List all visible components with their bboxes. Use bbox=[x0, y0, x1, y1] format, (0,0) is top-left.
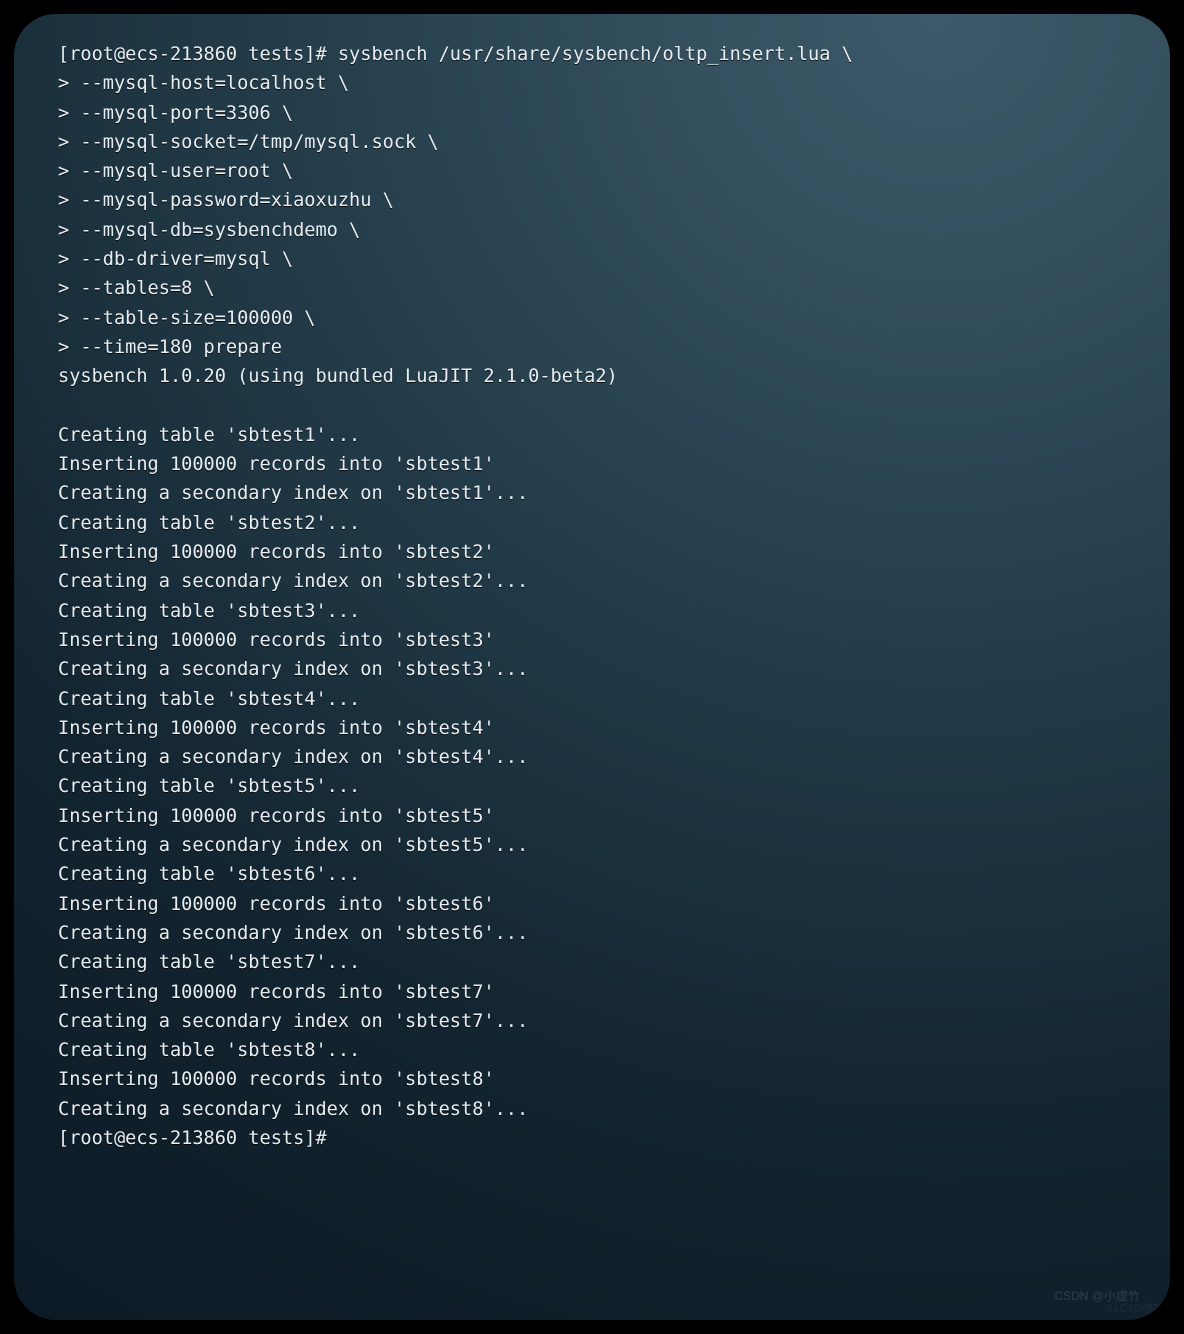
terminal-line: sysbench 1.0.20 (using bundled LuaJIT 2.… bbox=[58, 362, 1126, 391]
terminal-line: > --tables=8 \ bbox=[58, 274, 1126, 303]
terminal-line bbox=[58, 392, 1126, 421]
terminal-line: [root@ecs-213860 tests]# sysbench /usr/s… bbox=[58, 40, 1126, 69]
terminal-line: Inserting 100000 records into 'sbtest5' bbox=[58, 802, 1126, 831]
terminal-line: [root@ecs-213860 tests]# bbox=[58, 1124, 1126, 1153]
terminal-line: Creating a secondary index on 'sbtest2'.… bbox=[58, 567, 1126, 596]
terminal-line: Inserting 100000 records into 'sbtest8' bbox=[58, 1065, 1126, 1094]
terminal-line: > --db-driver=mysql \ bbox=[58, 245, 1126, 274]
terminal-line: Creating table 'sbtest4'... bbox=[58, 685, 1126, 714]
terminal-line: Creating table 'sbtest3'... bbox=[58, 597, 1126, 626]
terminal-line: Creating a secondary index on 'sbtest1'.… bbox=[58, 479, 1126, 508]
terminal-line: Inserting 100000 records into 'sbtest2' bbox=[58, 538, 1126, 567]
terminal-line: Creating table 'sbtest8'... bbox=[58, 1036, 1126, 1065]
terminal-line: Creating a secondary index on 'sbtest8'.… bbox=[58, 1095, 1126, 1124]
terminal-line: > --table-size=100000 \ bbox=[58, 304, 1126, 333]
terminal-line: > --mysql-user=root \ bbox=[58, 157, 1126, 186]
terminal-line: > --mysql-db=sysbenchdemo \ bbox=[58, 216, 1126, 245]
terminal-line: Creating table 'sbtest7'... bbox=[58, 948, 1126, 977]
terminal-line: Creating a secondary index on 'sbtest4'.… bbox=[58, 743, 1126, 772]
terminal-line: Creating a secondary index on 'sbtest5'.… bbox=[58, 831, 1126, 860]
terminal-line: Creating a secondary index on 'sbtest7'.… bbox=[58, 1007, 1126, 1036]
terminal-line: Inserting 100000 records into 'sbtest4' bbox=[58, 714, 1126, 743]
terminal-line: > --mysql-port=3306 \ bbox=[58, 99, 1126, 128]
terminal-window[interactable]: [root@ecs-213860 tests]# sysbench /usr/s… bbox=[14, 14, 1170, 1320]
terminal-outer-frame: [root@ecs-213860 tests]# sysbench /usr/s… bbox=[0, 0, 1184, 1334]
terminal-line: Inserting 100000 records into 'sbtest6' bbox=[58, 890, 1126, 919]
terminal-line: Inserting 100000 records into 'sbtest1' bbox=[58, 450, 1126, 479]
terminal-line: > --mysql-socket=/tmp/mysql.sock \ bbox=[58, 128, 1126, 157]
terminal-line: Creating a secondary index on 'sbtest6'.… bbox=[58, 919, 1126, 948]
terminal-line: > --time=180 prepare bbox=[58, 333, 1126, 362]
terminal-line: Creating table 'sbtest6'... bbox=[58, 860, 1126, 889]
watermark-51cto: 51CTO博客 bbox=[1107, 1300, 1164, 1316]
terminal-line: Inserting 100000 records into 'sbtest7' bbox=[58, 978, 1126, 1007]
terminal-line: Inserting 100000 records into 'sbtest3' bbox=[58, 626, 1126, 655]
terminal-line: Creating table 'sbtest2'... bbox=[58, 509, 1126, 538]
terminal-line: Creating table 'sbtest5'... bbox=[58, 772, 1126, 801]
terminal-line: > --mysql-password=xiaoxuzhu \ bbox=[58, 186, 1126, 215]
terminal-line: > --mysql-host=localhost \ bbox=[58, 69, 1126, 98]
terminal-line: Creating a secondary index on 'sbtest3'.… bbox=[58, 655, 1126, 684]
terminal-line: Creating table 'sbtest1'... bbox=[58, 421, 1126, 450]
